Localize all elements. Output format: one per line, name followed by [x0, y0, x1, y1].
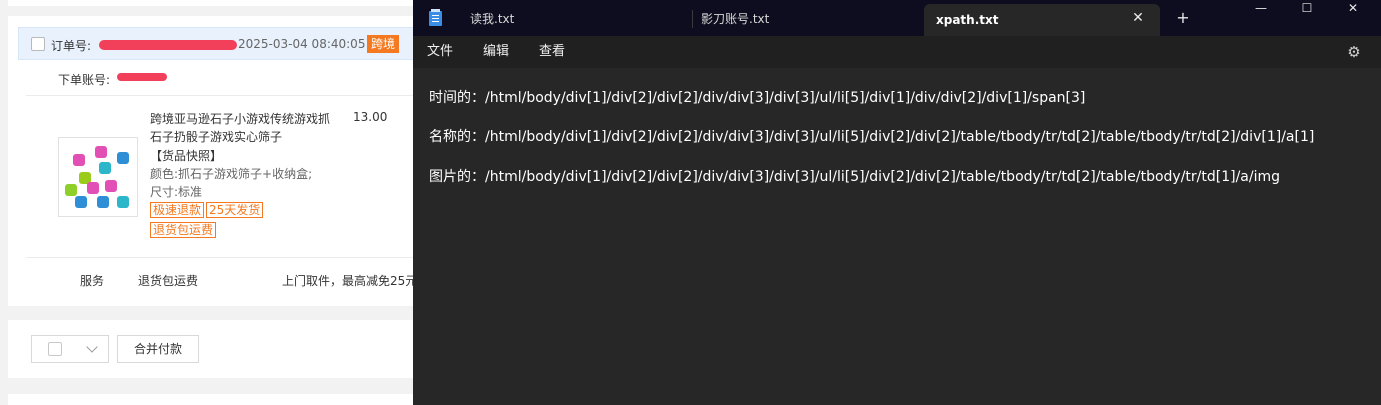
- menu-bar: 文件 编辑 查看 ⚙: [413, 36, 1381, 68]
- top-strip: [8, 0, 428, 6]
- editor-line: 名称的：/html/body/div[1]/div[2]/div[2]/div/…: [429, 129, 1315, 145]
- order-header: 订单号: 2025-03-04 08:40:05 跨境 诚: [18, 27, 428, 60]
- notepad-app-icon: [429, 9, 442, 26]
- editor-line: 图片的：/html/body/div[1]/div[2]/div[2]/div/…: [429, 169, 1281, 185]
- service-label: 服务: [80, 274, 105, 288]
- menu-file[interactable]: 文件: [427, 36, 453, 68]
- dice-cubes-image: [65, 146, 129, 208]
- text-editor[interactable]: 时间的：/html/body/div[1]/div[2]/div[2]/div/…: [413, 68, 1381, 405]
- divider: [26, 257, 428, 258]
- notepad-window: 读我.txt 影刀账号.txt xpath.txt ✕ + — ☐ ✕ 文件 编…: [413, 0, 1381, 405]
- menu-view[interactable]: 查看: [539, 36, 565, 68]
- merge-pay-button[interactable]: 合并付款: [117, 335, 199, 363]
- product-price: 13.00: [353, 110, 388, 124]
- menu-edit[interactable]: 编辑: [483, 36, 509, 68]
- redacted-order-number: [99, 40, 237, 50]
- service-description: 上门取件，最高减免25元: [282, 274, 418, 288]
- close-window-icon[interactable]: ✕: [1330, 0, 1376, 18]
- maximize-icon[interactable]: ☐: [1284, 0, 1330, 18]
- bulk-action-bar: 合并付款: [8, 320, 428, 378]
- product-color: 颜色:抓石子游戏筛子+收纳盒;: [150, 167, 313, 181]
- select-all-dropdown[interactable]: [31, 335, 109, 363]
- close-icon[interactable]: ✕: [1128, 8, 1148, 28]
- product-title-link[interactable]: 跨境亚马逊石子小游戏传统游戏抓石子扔骰子游戏实心筛子: [150, 110, 340, 146]
- account-label: 下单账号:: [58, 73, 111, 87]
- product-size: 尺寸:标准: [150, 185, 203, 199]
- cross-border-tag: 跨境: [367, 35, 400, 53]
- order-number-label: 订单号:: [51, 39, 92, 53]
- gear-icon[interactable]: ⚙: [1345, 43, 1363, 61]
- tab-xpath[interactable]: xpath.txt: [924, 4, 1160, 36]
- tab-readme[interactable]: 读我.txt: [470, 0, 514, 36]
- product-snapshot-link[interactable]: 【货品快照】: [150, 147, 222, 164]
- plus-icon[interactable]: +: [1173, 8, 1193, 28]
- order-time: 2025-03-04 08:40:05: [238, 37, 366, 51]
- service-name: 退货包运费: [138, 274, 199, 288]
- select-all-checkbox[interactable]: [48, 342, 62, 356]
- title-bar: 读我.txt 影刀账号.txt xpath.txt ✕ + — ☐ ✕: [413, 0, 1381, 36]
- order-card: 订单号: 2025-03-04 08:40:05 跨境 诚 下单账号: 跨境亚马…: [8, 16, 428, 306]
- tab-xpath-label: xpath.txt: [936, 13, 999, 27]
- minimize-icon[interactable]: —: [1238, 0, 1284, 18]
- editor-line: 时间的：/html/body/div[1]/div[2]/div[2]/div/…: [429, 90, 1086, 106]
- tab-yingdao-account[interactable]: 影刀账号.txt: [701, 0, 769, 36]
- redacted-account: [117, 73, 167, 81]
- chevron-down-icon: [86, 341, 98, 353]
- order-checkbox[interactable]: [31, 37, 45, 51]
- divider: [26, 95, 428, 96]
- free-return-tag: 退货包运费: [150, 222, 217, 238]
- shipping-days-tag: 25天发货: [206, 202, 264, 218]
- fast-refund-tag: 极速退款: [150, 202, 205, 218]
- tab-separator: [692, 10, 693, 28]
- next-card: [8, 394, 428, 405]
- product-image[interactable]: [58, 137, 138, 217]
